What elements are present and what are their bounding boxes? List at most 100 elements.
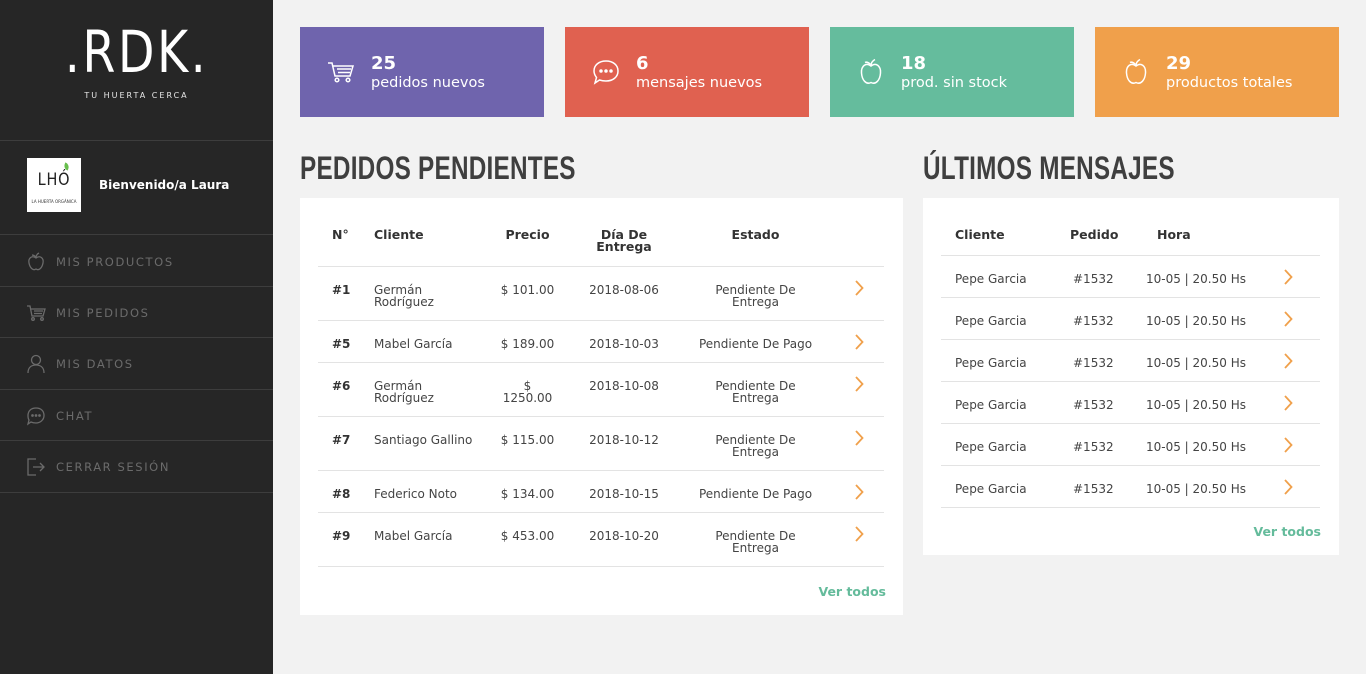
orders-section-title: PEDIDOS PENDIENTES	[300, 150, 576, 186]
stat-number: 29	[1166, 53, 1192, 74]
stat-card-out-of-stock[interactable]: 18 prod. sin stock	[830, 27, 1074, 117]
row-open-button[interactable]	[832, 266, 884, 320]
sidebar-item-label: MIS PEDIDOS	[56, 305, 150, 320]
stat-card-new-messages[interactable]: 6 mensajes nuevos	[565, 27, 809, 117]
order-price: $ 189.00	[500, 336, 555, 351]
row-open-button[interactable]	[1271, 423, 1320, 465]
stat-card-total-products[interactable]: 29 productos totales	[1095, 27, 1339, 117]
order-client: Germán Rodríguez	[374, 378, 434, 405]
orders-panel: N° Cliente Precio Día De Entrega Estado #…	[300, 198, 903, 615]
order-status: Pendiente De Entrega	[715, 282, 796, 309]
table-row[interactable]: Pepe Garcia #1532 10-05 | 20.50 Hs	[941, 465, 1320, 507]
row-open-button[interactable]	[832, 512, 884, 566]
table-row[interactable]: Pepe Garcia #1532 10-05 | 20.50 Hs	[941, 423, 1320, 465]
order-status: Pendiente De Entrega	[715, 528, 796, 555]
table-row[interactable]: #7 Santiago Gallino $ 115.00 2018-10-12 Pend…	[318, 416, 884, 470]
messages-panel: Cliente Pedido Hora Pepe Garcia #1532 10-0…	[923, 198, 1339, 555]
order-number: #9	[332, 528, 351, 543]
order-price: $1250.00	[502, 378, 553, 405]
message-order: #1532	[1073, 481, 1114, 496]
apple-icon	[1122, 58, 1150, 86]
stat-card-new-orders[interactable]: 25 pedidos nuevos	[300, 27, 544, 117]
message-client: Pepe Garcia	[955, 439, 1027, 454]
sidebar-item-orders[interactable]: MIS PEDIDOS	[0, 287, 273, 338]
order-number: #6	[332, 378, 351, 393]
avatar-logo-subtext: LA HUERTA ORGÁNICA	[31, 199, 77, 204]
stat-label: mensajes nuevos	[636, 75, 763, 91]
row-open-button[interactable]	[832, 416, 884, 470]
message-order: #1532	[1073, 313, 1114, 328]
message-order: #1532	[1073, 397, 1114, 412]
table-row[interactable]: #8 Federico Noto $ 134.00 2018-10-15 Pendien…	[318, 470, 884, 512]
table-row[interactable]: Pepe Garcia #1532 10-05 | 20.50 Hs	[941, 339, 1320, 381]
messages-header-row: Cliente Pedido Hora	[941, 227, 1320, 255]
order-delivery-date: 2018-10-03	[589, 336, 659, 351]
chat-icon	[26, 406, 46, 426]
chevron-right-icon	[1283, 268, 1293, 288]
user-profile: LHÓ LA HUERTA ORGÁNICA Bienvenido/a Laur…	[27, 158, 229, 212]
message-client: Pepe Garcia	[955, 313, 1027, 328]
row-open-button[interactable]	[832, 320, 884, 362]
messages-see-all-link[interactable]: Ver todos	[1253, 524, 1321, 539]
message-time: 10-05 | 20.50 Hs	[1146, 439, 1246, 454]
order-delivery-date: 2018-10-20	[589, 528, 659, 543]
message-time: 10-05 | 20.50 Hs	[1146, 313, 1246, 328]
order-delivery-date: 2018-10-08	[589, 378, 659, 393]
stat-label: productos totales	[1166, 75, 1293, 91]
message-time: 10-05 | 20.50 Hs	[1146, 397, 1246, 412]
sidebar-item-chat[interactable]: CHAT	[0, 390, 273, 441]
row-open-button[interactable]	[1271, 339, 1320, 381]
brand[interactable]: .RDK. TU HUERTA CERCA	[0, 22, 273, 100]
order-status: Pendiente De Entrega	[715, 432, 796, 459]
stat-label: prod. sin stock	[901, 75, 1008, 91]
chevron-right-icon	[854, 333, 864, 353]
sidebar-item-label: MIS PRODUCTOS	[56, 254, 174, 269]
chevron-right-icon	[854, 375, 864, 395]
message-time: 10-05 | 20.50 Hs	[1146, 355, 1246, 370]
order-price: $ 453.00	[500, 528, 555, 543]
col-header-number: N°	[332, 227, 349, 242]
row-open-button[interactable]	[1271, 381, 1320, 423]
row-open-button[interactable]	[1271, 465, 1320, 507]
order-client: Mabel García	[374, 528, 453, 543]
apple-icon	[26, 251, 46, 272]
avatar[interactable]: LHÓ LA HUERTA ORGÁNICA	[27, 158, 81, 212]
table-row[interactable]: #1 Germán Rodríguez $ 101.00 2018-08-06 Pendi…	[318, 266, 884, 320]
table-row[interactable]: #5 Mabel García $ 189.00 2018-10-03 Pendient…	[318, 320, 884, 362]
row-open-button[interactable]	[1271, 297, 1320, 339]
table-row[interactable]: #9 Mabel García $ 453.00 2018-10-20 Pendient…	[318, 512, 884, 566]
col-header-time: Hora	[1157, 227, 1191, 242]
table-row[interactable]: Pepe Garcia #1532 10-05 | 20.50 Hs	[941, 297, 1320, 339]
user-icon	[26, 354, 46, 374]
table-row[interactable]: Pepe Garcia #1532 10-05 | 20.50 Hs	[941, 255, 1320, 297]
welcome-text: Bienvenido/a Laura	[99, 178, 230, 192]
order-delivery-date: 2018-08-06	[589, 282, 659, 297]
sidebar-item-data[interactable]: MIS DATOS	[0, 338, 273, 389]
order-number: #8	[332, 486, 351, 501]
stat-number: 6	[636, 53, 649, 74]
row-open-button[interactable]	[832, 470, 884, 512]
stat-label: pedidos nuevos	[371, 75, 485, 91]
col-header-price: Precio	[505, 227, 550, 242]
logout-icon	[26, 457, 46, 477]
col-header-client: Cliente	[955, 227, 1005, 242]
table-row[interactable]: Pepe Garcia #1532 10-05 | 20.50 Hs	[941, 381, 1320, 423]
row-open-button[interactable]	[1271, 255, 1320, 297]
table-row[interactable]: #6 Germán Rodríguez $1250.00 2018-10-08 Pendi…	[318, 362, 884, 416]
chevron-right-icon	[854, 483, 864, 503]
row-open-button[interactable]	[832, 362, 884, 416]
order-client: Germán Rodríguez	[374, 282, 434, 309]
order-status: Pendiente De Pago	[698, 336, 813, 351]
message-time: 10-05 | 20.50 Hs	[1146, 271, 1246, 286]
col-header-delivery-date: Día De Entrega	[596, 227, 652, 254]
brand-logo[interactable]: .RDK.	[25, 22, 249, 82]
sidebar: .RDK. TU HUERTA CERCA LHÓ LA HUERTA ORGÁ…	[0, 0, 273, 674]
cart-icon	[327, 58, 355, 86]
messages-section-title: ÚLTIMOS MENSAJES	[923, 150, 1175, 186]
sidebar-item-products[interactable]: MIS PRODUCTOS	[0, 236, 273, 287]
col-header-order: Pedido	[1070, 227, 1119, 242]
orders-see-all-link[interactable]: Ver todos	[818, 584, 886, 599]
chevron-right-icon	[1283, 436, 1293, 456]
sidebar-item-logout[interactable]: CERRAR SESIÓN	[0, 441, 273, 492]
message-client: Pepe Garcia	[955, 397, 1027, 412]
